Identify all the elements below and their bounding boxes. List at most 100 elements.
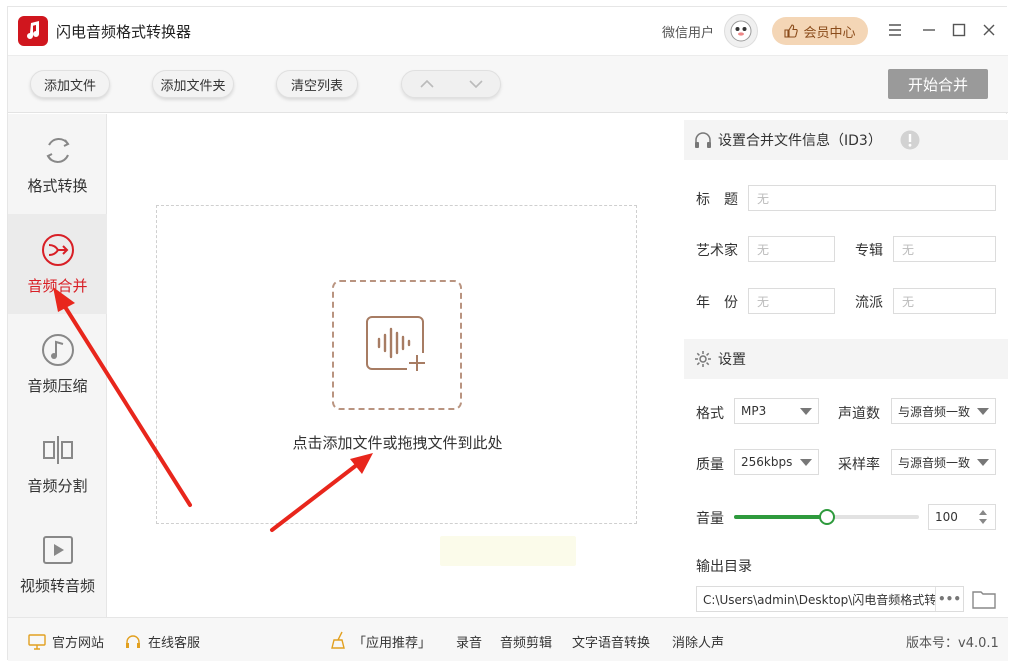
audio-edit-link[interactable]: 音频剪辑 bbox=[500, 632, 552, 651]
format-select[interactable]: MP3 bbox=[734, 398, 819, 424]
official-website-label: 官方网站 bbox=[52, 636, 105, 651]
samplerate-select[interactable]: 与源音频一致 bbox=[891, 449, 996, 475]
tts-link[interactable]: 文字语音转换 bbox=[572, 632, 650, 651]
refresh-icon bbox=[45, 137, 70, 163]
browse-more-button[interactable]: ••• bbox=[935, 587, 963, 611]
samplerate-label: 采样率 bbox=[838, 457, 880, 473]
album-label: 专辑 bbox=[855, 243, 883, 259]
volume-value: 100 bbox=[935, 510, 958, 524]
quality-select[interactable]: 256kbps bbox=[734, 449, 819, 475]
volume-label: 音量 bbox=[696, 511, 724, 527]
format-value: MP3 bbox=[741, 404, 767, 418]
avatar[interactable] bbox=[724, 14, 758, 48]
toolbar: 添加文件 添加文件夹 清空列表 开始合并 bbox=[8, 55, 1008, 113]
vip-label: 会员中心 bbox=[803, 25, 856, 41]
version-label: 版本号：v4.0.1 bbox=[906, 636, 999, 651]
headphones-icon bbox=[695, 132, 711, 148]
output-dir-label: 输出目录 bbox=[696, 559, 752, 575]
move-buttons bbox=[401, 70, 501, 98]
sidebar-item-label: 格式转换 bbox=[27, 176, 88, 195]
channels-value: 与源音频一致 bbox=[898, 404, 971, 419]
samplerate-value: 与源音频一致 bbox=[898, 455, 971, 470]
menu-icon[interactable] bbox=[884, 19, 906, 41]
gear-icon bbox=[695, 351, 711, 367]
volume-slider-fill bbox=[734, 515, 827, 519]
app-window: 闪电音频格式转换器 微信用户 会员中心 添加文件 添加文件夹 清空列表 开始合并… bbox=[7, 6, 1008, 661]
genre-label: 流派 bbox=[855, 295, 883, 311]
album-input[interactable]: 无 bbox=[893, 236, 996, 262]
move-up-icon[interactable] bbox=[402, 71, 451, 97]
artist-label: 艺术家 bbox=[696, 243, 738, 259]
quality-value: 256kbps bbox=[741, 455, 793, 469]
sidebar-item-format-convert[interactable]: 格式转换 bbox=[8, 114, 107, 214]
broom-icon bbox=[331, 631, 345, 649]
music-note-icon bbox=[41, 333, 74, 366]
quality-label: 质量 bbox=[696, 457, 724, 473]
chevron-down-icon bbox=[800, 408, 812, 415]
headset-icon bbox=[126, 634, 140, 648]
move-down-icon[interactable] bbox=[451, 71, 500, 97]
minimize-icon[interactable] bbox=[918, 19, 940, 41]
folder-icon[interactable] bbox=[972, 589, 996, 609]
sidebar-item-video-to-audio[interactable]: 视频转音频 bbox=[8, 514, 107, 614]
app-logo-icon bbox=[18, 16, 48, 46]
artist-input[interactable]: 无 bbox=[748, 236, 835, 262]
sidebar-item-label: 音频合并 bbox=[27, 276, 88, 295]
user-name[interactable]: 微信用户 bbox=[662, 22, 714, 41]
settings-header-text: 设置 bbox=[718, 352, 746, 368]
title-label: 标 题 bbox=[696, 192, 738, 208]
year-label: 年 份 bbox=[696, 295, 738, 311]
sidebar: 格式转换 音频合并 音频压缩 音频分割 视频转音频 bbox=[8, 114, 107, 617]
maximize-icon[interactable] bbox=[948, 19, 970, 41]
file-drop-zone[interactable]: 点击添加文件或拖拽文件到此处 bbox=[156, 205, 637, 524]
sidebar-item-label: 视频转音频 bbox=[19, 576, 95, 595]
volume-slider-handle[interactable] bbox=[818, 509, 835, 525]
sidebar-item-label: 音频压缩 bbox=[27, 376, 88, 395]
volume-slider[interactable] bbox=[734, 509, 919, 525]
title-bar: 闪电音频格式转换器 微信用户 会员中心 bbox=[8, 7, 1008, 55]
audio-wave-add-icon bbox=[366, 316, 427, 373]
channels-select[interactable]: 与源音频一致 bbox=[891, 398, 996, 424]
app-recommend-link[interactable]: 「应用推荐」 bbox=[353, 632, 431, 651]
sidebar-item-audio-merge[interactable]: 音频合并 bbox=[8, 214, 107, 314]
add-audio-button[interactable] bbox=[332, 280, 462, 410]
split-icon bbox=[42, 435, 73, 464]
output-dir-value: C:\Users\admin\Desktop\闪电音频格式转换器 bbox=[703, 592, 961, 607]
year-input[interactable]: 无 bbox=[748, 288, 835, 314]
chevron-down-icon bbox=[800, 459, 812, 466]
info-icon[interactable] bbox=[900, 130, 920, 150]
merge-icon bbox=[41, 233, 74, 266]
sidebar-item-label: 音频分割 bbox=[27, 476, 88, 495]
faded-banner bbox=[440, 536, 576, 566]
sidebar-item-audio-compress[interactable]: 音频压缩 bbox=[8, 314, 107, 414]
output-dir-input[interactable]: C:\Users\admin\Desktop\闪电音频格式转换器 ••• bbox=[696, 586, 964, 612]
official-website-link[interactable]: 官方网站 bbox=[28, 632, 104, 651]
clear-list-button[interactable]: 清空列表 bbox=[276, 70, 358, 98]
title-input[interactable]: 无 bbox=[748, 185, 996, 211]
volume-stepper[interactable]: 100 bbox=[928, 504, 996, 530]
app-title: 闪电音频格式转换器 bbox=[56, 23, 192, 41]
close-icon[interactable] bbox=[978, 19, 1000, 41]
add-folder-button[interactable]: 添加文件夹 bbox=[152, 70, 234, 98]
chevron-down-icon bbox=[977, 459, 989, 466]
start-merge-button[interactable]: 开始合并 bbox=[888, 69, 988, 99]
id3-section-header: 设置合并文件信息（ID3） bbox=[684, 120, 1008, 160]
video-play-icon bbox=[42, 535, 73, 564]
genre-input[interactable]: 无 bbox=[893, 288, 996, 314]
add-file-button[interactable]: 添加文件 bbox=[30, 70, 110, 98]
settings-panel: 设置合并文件信息（ID3） 标 题 无 艺术家 无 专辑 无 年 份 无 流派 … bbox=[684, 114, 1008, 617]
online-support-label: 在线客服 bbox=[148, 636, 201, 651]
sidebar-item-audio-split[interactable]: 音频分割 bbox=[8, 414, 107, 514]
vip-center-button[interactable]: 会员中心 bbox=[772, 17, 868, 45]
format-label: 格式 bbox=[696, 406, 724, 422]
vocal-remove-link[interactable]: 消除人声 bbox=[672, 632, 724, 651]
online-support-link[interactable]: 在线客服 bbox=[124, 632, 200, 651]
chevron-down-icon bbox=[977, 408, 989, 415]
settings-section-header: 设置 bbox=[684, 339, 1008, 379]
id3-header-text: 设置合并文件信息（ID3） bbox=[718, 133, 882, 149]
record-link[interactable]: 录音 bbox=[456, 632, 482, 651]
stepper-arrows-icon[interactable] bbox=[977, 508, 989, 526]
drop-hint: 点击添加文件或拖拽文件到此处 bbox=[292, 434, 503, 452]
thumb-up-icon bbox=[784, 24, 799, 38]
monitor-icon bbox=[28, 633, 46, 650]
